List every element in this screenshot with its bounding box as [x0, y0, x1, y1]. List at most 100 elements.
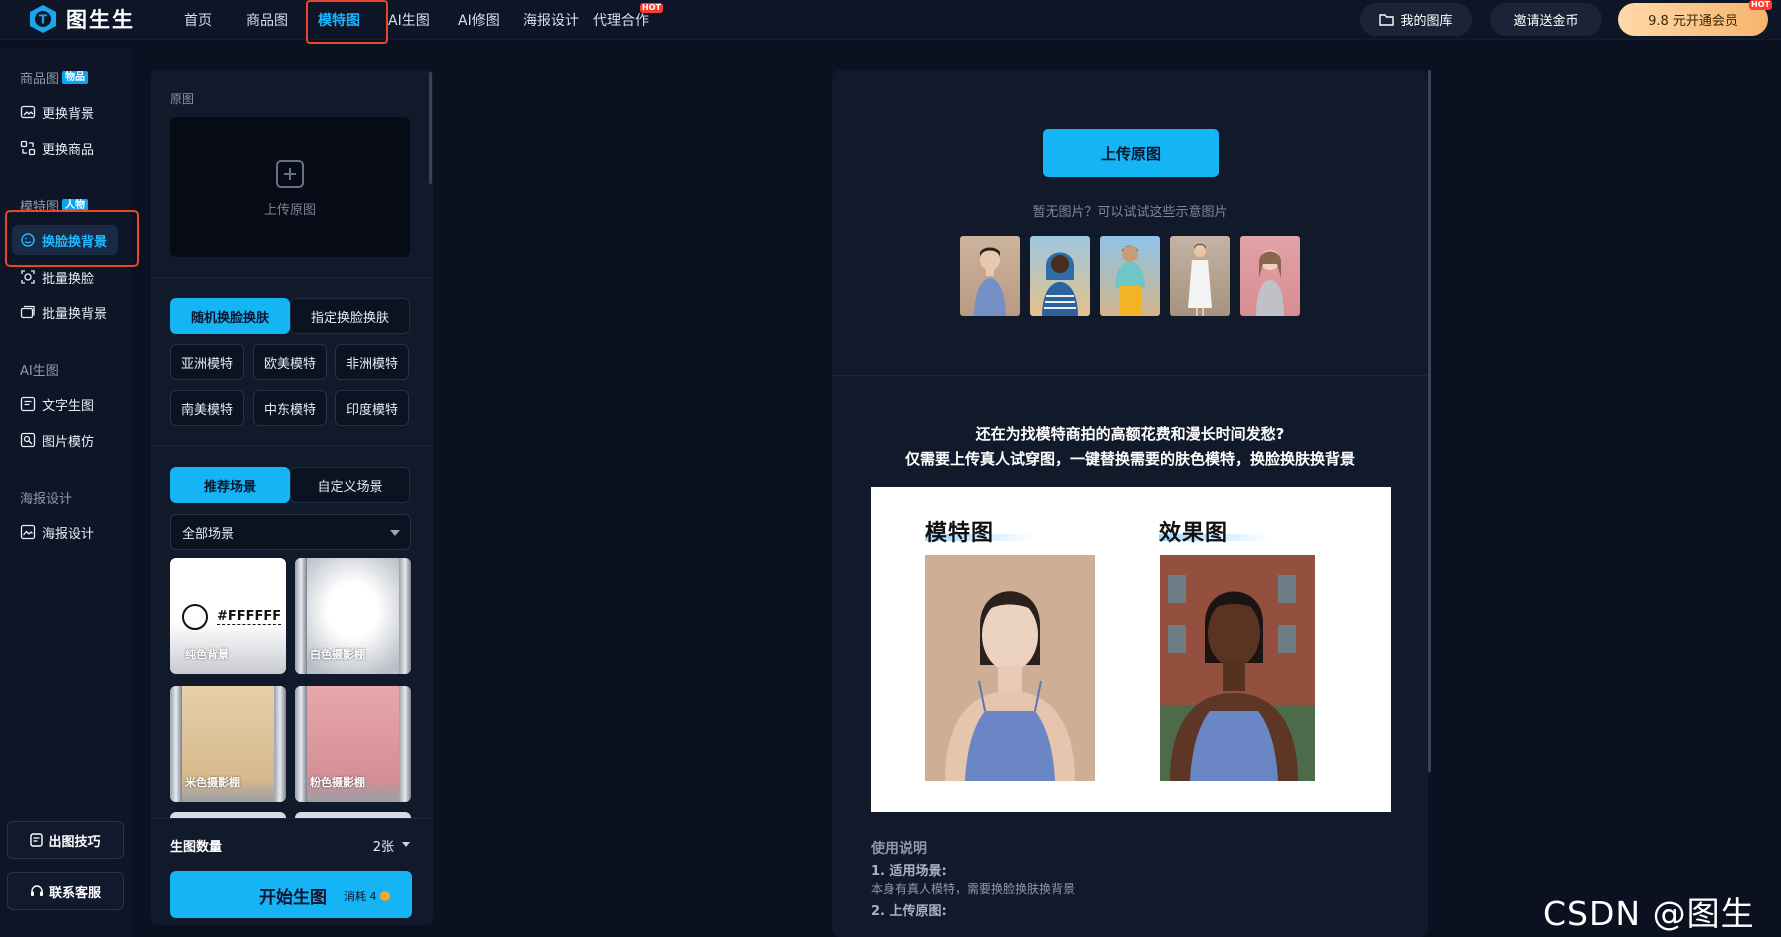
- tab-specified-face[interactable]: 指定换脸换肤: [290, 298, 410, 334]
- tab-custom-scene[interactable]: 自定义场景: [290, 467, 410, 503]
- cost-value: 消耗 4: [344, 890, 377, 903]
- nav-ai-generate[interactable]: AI生图: [388, 10, 430, 30]
- sidebar-item-poster[interactable]: 海报设计: [20, 517, 94, 547]
- sample-image[interactable]: [1170, 236, 1230, 316]
- nav-poster[interactable]: 海报设计: [523, 10, 579, 30]
- sidebar-item-label: 文字生图: [42, 398, 95, 414]
- comparison-image: 模特图 效果图: [871, 487, 1391, 812]
- scene-caption: 粉色摄影棚: [310, 776, 365, 789]
- sidebar-item-batch-face[interactable]: 批量换脸: [20, 262, 94, 292]
- chevron-down-icon: [402, 842, 410, 847]
- usage-1-title: 1. 适用场景:: [871, 864, 947, 879]
- vip-button[interactable]: 9.8 元开通会员 HOT: [1618, 0, 1772, 36]
- sample-image[interactable]: [1030, 236, 1090, 316]
- usage-title: 使用说明: [871, 841, 927, 857]
- nav-product[interactable]: 商品图: [246, 10, 288, 30]
- scene-thumb-solid[interactable]: #FFFFFF 纯色背景: [170, 558, 286, 674]
- scene-filter-select[interactable]: 全部场景: [170, 514, 411, 550]
- image-swap-icon: [20, 105, 36, 119]
- section-tag: 物品: [62, 71, 89, 84]
- document-icon: [30, 833, 44, 847]
- compare-left-title: 模特图: [925, 521, 995, 546]
- divider: [151, 277, 433, 278]
- support-button[interactable]: 联系客服: [7, 872, 124, 910]
- sidebar-section-poster: 海报设计: [20, 488, 72, 507]
- model-chip[interactable]: 印度模特: [335, 390, 409, 426]
- brand-name: 图生生: [66, 8, 135, 32]
- plus-icon: [276, 160, 304, 188]
- tips-button[interactable]: 出图技巧: [7, 821, 124, 859]
- vip-label: 9.8 元开通会员: [1648, 14, 1738, 29]
- sidebar-item-image-mimic[interactable]: 图片模仿: [20, 425, 94, 455]
- count-value: 2张: [372, 840, 394, 855]
- start-label: 开始生图: [259, 888, 327, 908]
- my-gallery-button[interactable]: 我的图库: [1360, 3, 1472, 36]
- image-count-row[interactable]: 生图数量 2张: [170, 836, 410, 855]
- sample-image[interactable]: [1100, 236, 1160, 316]
- tab-recommended-scene[interactable]: 推荐场景: [170, 467, 290, 503]
- svg-text:T: T: [39, 13, 48, 27]
- sidebar-item-label: 批量换背景: [42, 306, 108, 322]
- support-label: 联系客服: [48, 885, 101, 901]
- sidebar-item-label: 批量换脸: [42, 271, 95, 287]
- divider: [151, 445, 433, 446]
- model-chip[interactable]: 南美模特: [170, 390, 244, 426]
- sidebar-item-batch-bg[interactable]: 批量换背景: [20, 297, 107, 327]
- start-generate-button[interactable]: 开始生图 消耗 4: [170, 871, 412, 918]
- headline-line-1: 还在为找模特商拍的高额花费和漫长时间发愁?: [975, 425, 1285, 443]
- nav-ai-edit[interactable]: AI修图: [458, 10, 500, 30]
- upload-text: 上传原图: [263, 203, 316, 218]
- section-title: AI生图: [20, 364, 59, 379]
- model-chip[interactable]: 欧美模特: [253, 344, 327, 380]
- sidebar-item-label: 图片模仿: [42, 434, 95, 450]
- person-illustration: [974, 247, 1006, 316]
- studio-light: [274, 686, 286, 802]
- sidebar-item-label: 海报设计: [42, 526, 95, 542]
- scene-caption: 米色摄影棚: [185, 776, 240, 789]
- watermark: CSDN @图生生: [1543, 894, 1755, 933]
- main-scrollbar[interactable]: [1428, 70, 1431, 772]
- color-swatch-circle: [182, 604, 208, 630]
- upload-dropzone[interactable]: 上传原图: [170, 117, 410, 257]
- sidebar-section-ai: AI生图: [20, 360, 59, 379]
- tab-random-face[interactable]: 随机换脸换肤: [170, 298, 290, 334]
- studio-light: [399, 686, 411, 802]
- batch-face-icon: [21, 270, 35, 284]
- model-photo: [925, 555, 1095, 781]
- invite-button[interactable]: 邀请送金币: [1490, 3, 1602, 36]
- scene-caption: 纯色背景: [185, 648, 229, 661]
- model-chip[interactable]: 非洲模特: [335, 344, 409, 380]
- nav-agency-label: 代理合作: [593, 13, 649, 29]
- scene-thumb-beige-studio[interactable]: 米色摄影棚: [170, 686, 286, 802]
- tips-label: 出图技巧: [48, 834, 101, 850]
- nav-home[interactable]: 首页: [184, 10, 212, 30]
- sample-image[interactable]: [1240, 236, 1300, 316]
- compare-right-title: 效果图: [1159, 521, 1229, 546]
- studio-light: [295, 558, 307, 674]
- nav-agency[interactable]: 代理合作 HOT: [593, 3, 663, 30]
- text-image-icon: [20, 396, 36, 412]
- scene-thumb-pink-studio[interactable]: 粉色摄影棚: [295, 686, 411, 802]
- scene-filter-value: 全部场景: [182, 526, 235, 542]
- model-chip[interactable]: 中东模特: [253, 390, 327, 426]
- result-portrait: [1160, 555, 1315, 781]
- sidebar-section-product: 商品图 物品: [20, 68, 89, 87]
- annotation-box-sidebar: [5, 210, 139, 267]
- chevron-down-icon: [390, 530, 400, 536]
- panel-scrollbar[interactable]: [429, 72, 432, 184]
- model-portrait: [945, 591, 1075, 781]
- upload-original-button[interactable]: 上传原图: [1043, 129, 1219, 177]
- model-chip[interactable]: 亚洲模特: [170, 344, 244, 380]
- person-illustration: [1115, 245, 1145, 316]
- logo-icon: T: [30, 5, 56, 33]
- poster-icon: [20, 524, 36, 540]
- sidebar-item-text-image[interactable]: 文字生图: [20, 389, 94, 419]
- sidebar-item-change-bg[interactable]: 更换背景: [20, 97, 94, 127]
- sidebar-item-label: 更换商品: [42, 142, 95, 158]
- scene-thumb-white-studio[interactable]: 白色摄影棚: [295, 558, 411, 674]
- section-title: 商品图: [20, 72, 60, 87]
- person-illustration: [1042, 252, 1078, 316]
- sample-image[interactable]: [960, 236, 1020, 316]
- sidebar-item-change-product[interactable]: 更换商品: [20, 133, 94, 163]
- logo[interactable]: T 图生生: [28, 4, 135, 34]
